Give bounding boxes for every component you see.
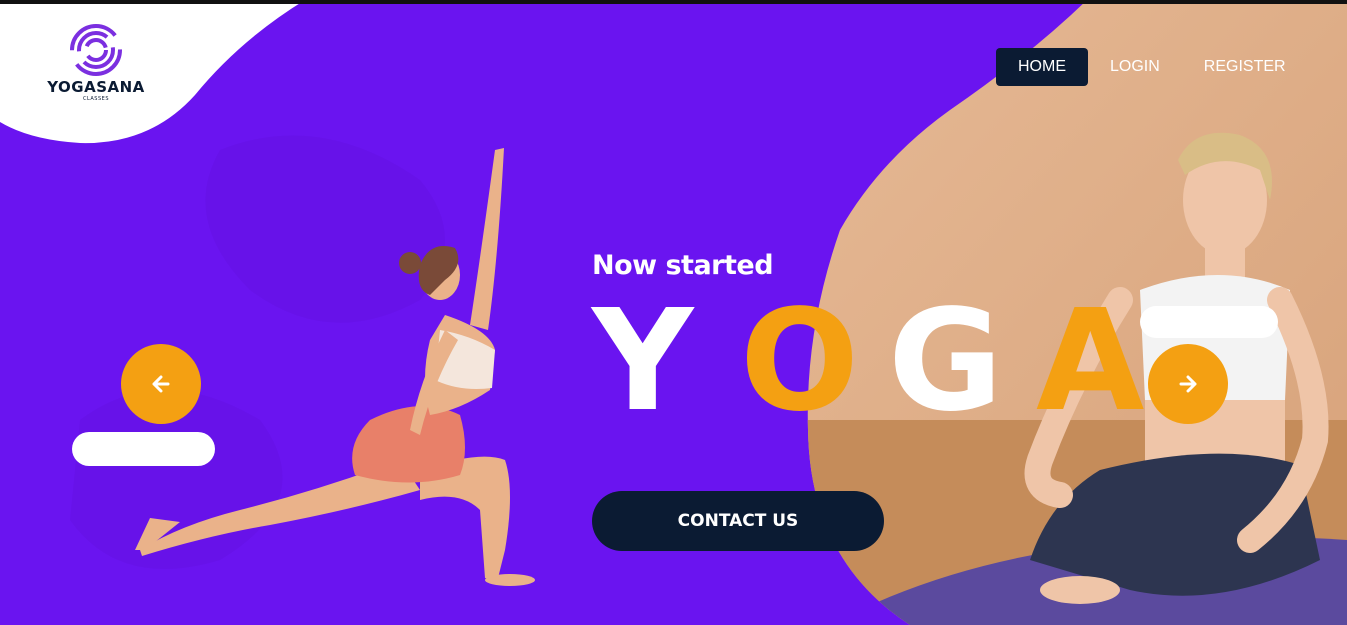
arrow-left-icon: [152, 375, 170, 393]
hero-subtitle: Now started: [592, 250, 774, 281]
brand-name: YOGASANA: [47, 78, 145, 96]
headline-letter-g: G: [888, 280, 1003, 443]
previous-slide-button[interactable]: [121, 344, 201, 424]
nav-register[interactable]: REGISTER: [1182, 48, 1308, 86]
slider-indicator-left: [72, 432, 215, 466]
headline-letter-y: Y: [592, 280, 694, 443]
brand-logo[interactable]: YOGASANA CLASSES: [46, 24, 146, 102]
top-border: [0, 0, 1347, 4]
brand-tagline: CLASSES: [83, 96, 109, 102]
main-nav: HOME LOGIN REGISTER: [996, 48, 1308, 86]
contact-us-button[interactable]: CONTACT US: [592, 491, 884, 551]
logo-mark-icon: [70, 24, 122, 76]
arrow-right-icon: [1179, 375, 1197, 393]
nav-login[interactable]: LOGIN: [1088, 48, 1182, 86]
next-slide-button[interactable]: [1148, 344, 1228, 424]
hero-headline: Y O G A: [592, 292, 1184, 432]
slider-indicator-right: [1140, 306, 1278, 338]
headline-letter-o: O: [740, 280, 860, 443]
nav-home[interactable]: HOME: [996, 48, 1088, 86]
